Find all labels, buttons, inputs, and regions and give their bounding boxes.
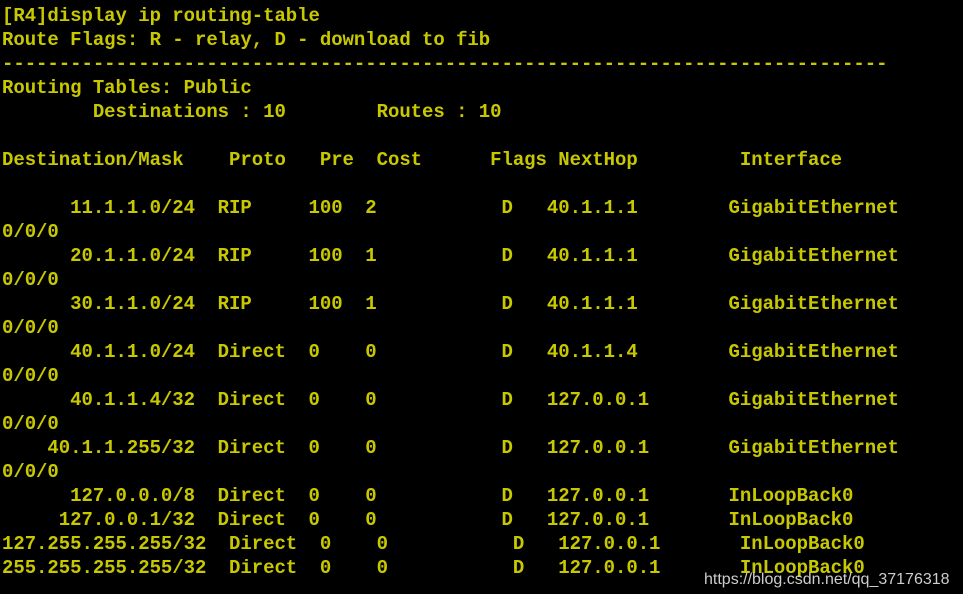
table-row: 40.1.1.255/32 Direct 0 0 D 127.0.0.1 Gig… [2,437,899,459]
route-flags-line: Route Flags: R - relay, D - download to … [2,29,491,51]
table-row: 127.255.255.255/32 Direct 0 0 D 127.0.0.… [2,533,865,555]
table-row: 20.1.1.0/24 RIP 100 1 D 40.1.1.1 Gigabit… [2,245,899,267]
command-prompt-line: [R4]display ip routing-table [2,5,320,27]
table-row: 30.1.1.0/24 RIP 100 1 D 40.1.1.1 Gigabit… [2,293,899,315]
routing-tables-line: Routing Tables: Public [2,77,252,99]
table-row: 11.1.1.0/24 RIP 100 2 D 40.1.1.1 Gigabit… [2,197,899,219]
table-row: 127.0.0.1/32 Direct 0 0 D 127.0.0.1 InLo… [2,509,854,531]
table-row-wrap: 0/0/0 [2,221,59,243]
table-row-wrap: 0/0/0 [2,365,59,387]
separator-line: ----------------------------------------… [2,53,888,75]
summary-line: Destinations : 10 Routes : 10 [2,101,502,123]
table-row: 127.0.0.0/8 Direct 0 0 D 127.0.0.1 InLoo… [2,485,854,507]
table-row-wrap: 0/0/0 [2,461,59,483]
routing-table-rows: 11.1.1.0/24 RIP 100 2 D 40.1.1.1 Gigabit… [2,196,963,580]
table-header-row: Destination/Mask Proto Pre Cost Flags Ne… [2,149,843,171]
table-row: 40.1.1.4/32 Direct 0 0 D 127.0.0.1 Gigab… [2,389,899,411]
table-row-wrap: 0/0/0 [2,269,59,291]
table-row-wrap: 0/0/0 [2,413,59,435]
watermark: https://blog.csdn.net/qq_37176318 [704,571,950,588]
terminal-window[interactable]: [R4]display ip routing-table Route Flags… [0,0,963,594]
table-row-wrap: 0/0/0 [2,317,59,339]
table-row: 40.1.1.0/24 Direct 0 0 D 40.1.1.4 Gigabi… [2,341,899,363]
